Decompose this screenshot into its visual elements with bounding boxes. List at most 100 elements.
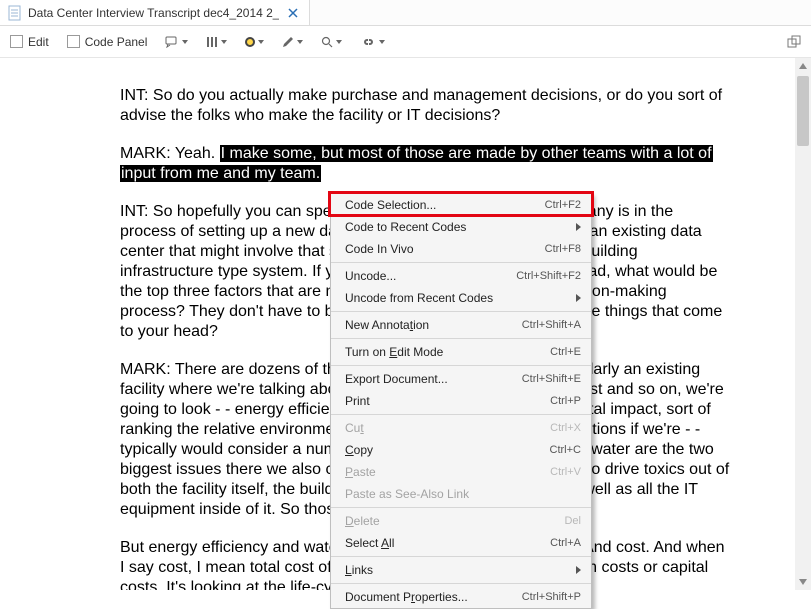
menu-uncode[interactable]: Uncode... Ctrl+Shift+F2 — [331, 265, 591, 287]
tab-title: Data Center Interview Transcript dec4_20… — [28, 6, 279, 20]
zoom-dropdown[interactable] — [321, 36, 342, 48]
menu-shortcut: Ctrl+Shift+E — [522, 373, 581, 385]
menu-separator — [331, 338, 591, 339]
menu-uncode-recent[interactable]: Uncode from Recent Codes — [331, 287, 591, 309]
stripes-dropdown[interactable] — [206, 36, 227, 48]
highlight-dropdown[interactable] — [245, 37, 264, 47]
checkbox-icon — [67, 35, 80, 48]
selected-text[interactable]: I make some, but most of those are made … — [220, 145, 713, 162]
menu-shortcut: Ctrl+E — [550, 346, 581, 358]
menu-edit-mode[interactable]: Turn on Edit Mode Ctrl+E — [331, 341, 591, 363]
menu-shortcut: Del — [564, 515, 581, 527]
coding-stripes-icon — [206, 36, 218, 48]
chevron-down-icon — [221, 40, 227, 44]
menu-code-in-vivo[interactable]: Code In Vivo Ctrl+F8 — [331, 238, 591, 260]
menu-shortcut: Ctrl+Shift+F2 — [516, 270, 581, 282]
undock-icon — [787, 35, 801, 49]
toolbar: Edit Code Panel — [0, 26, 811, 58]
menu-shortcut: Ctrl+Shift+A — [522, 319, 581, 331]
undock-button[interactable] — [787, 35, 801, 49]
menu-label: Code Selection... — [345, 198, 545, 212]
menu-delete: Delete Del — [331, 510, 591, 532]
document-tab[interactable]: Data Center Interview Transcript dec4_20… — [0, 0, 310, 25]
menu-copy[interactable]: Copy Ctrl+C — [331, 439, 591, 461]
menu-label: Print — [345, 394, 550, 408]
menu-new-annotation[interactable]: New Annotation Ctrl+Shift+A — [331, 314, 591, 336]
menu-code-selection[interactable]: Code Selection... Ctrl+F2 — [331, 194, 591, 216]
menu-label: Uncode... — [345, 269, 516, 283]
menu-label: Delete — [345, 514, 564, 528]
checkbox-icon — [10, 35, 23, 48]
menu-export-document[interactable]: Export Document... Ctrl+Shift+E — [331, 368, 591, 390]
pencil-icon — [282, 36, 294, 48]
chevron-down-icon — [258, 40, 264, 44]
menu-label: Document Properties... — [345, 590, 522, 604]
menu-label: Cut — [345, 421, 550, 435]
menu-separator — [331, 556, 591, 557]
document-icon — [8, 5, 22, 21]
submenu-arrow-icon — [576, 566, 581, 574]
vertical-scrollbar[interactable] — [795, 58, 811, 590]
menu-separator — [331, 311, 591, 312]
transcript-paragraph: MARK: Yeah. I make some, but most of tho… — [120, 144, 732, 184]
scroll-track[interactable] — [795, 74, 811, 574]
menu-shortcut: Ctrl+V — [550, 466, 581, 478]
scroll-up-button[interactable] — [795, 58, 811, 74]
scroll-thumb[interactable] — [797, 76, 809, 146]
menu-code-recent[interactable]: Code to Recent Codes — [331, 216, 591, 238]
edit-label: Edit — [28, 35, 49, 49]
color-circle-icon — [245, 37, 255, 47]
link-icon — [360, 37, 376, 47]
chevron-down-icon — [182, 40, 188, 44]
speaker-prefix: MARK: Yeah. — [120, 145, 220, 162]
menu-paste: Paste Ctrl+V — [331, 461, 591, 483]
pencil-dropdown[interactable] — [282, 36, 303, 48]
menu-label: Code In Vivo — [345, 242, 545, 256]
selected-text[interactable]: input from me and my team. — [120, 165, 321, 182]
scroll-down-button[interactable] — [795, 574, 811, 590]
menu-label: Code to Recent Codes — [345, 220, 570, 234]
menu-shortcut: Ctrl+A — [550, 537, 581, 549]
menu-shortcut: Ctrl+C — [550, 444, 581, 456]
menu-shortcut: Ctrl+F2 — [545, 199, 581, 211]
menu-separator — [331, 414, 591, 415]
edit-toggle[interactable]: Edit — [10, 35, 49, 49]
submenu-arrow-icon — [576, 294, 581, 302]
chevron-down-icon — [297, 40, 303, 44]
menu-links[interactable]: Links — [331, 559, 591, 581]
menu-document-properties[interactable]: Document Properties... Ctrl+Shift+P — [331, 586, 591, 608]
context-menu: Code Selection... Ctrl+F2 Code to Recent… — [330, 193, 592, 609]
menu-label: Copy — [345, 443, 550, 457]
menu-paste-see-also: Paste as See-Also Link — [331, 483, 591, 505]
close-tab-button[interactable] — [285, 5, 301, 21]
menu-separator — [331, 262, 591, 263]
menu-cut: Cut Ctrl+X — [331, 417, 591, 439]
annotation-dropdown[interactable] — [165, 36, 188, 48]
menu-separator — [331, 365, 591, 366]
code-panel-label: Code Panel — [85, 35, 148, 49]
transcript-paragraph: INT: So do you actually make purchase an… — [120, 86, 732, 126]
menu-shortcut: Ctrl+Shift+P — [522, 591, 581, 603]
menu-label: Paste as See-Also Link — [345, 487, 581, 501]
magnifier-icon — [321, 36, 333, 48]
menu-label: Paste — [345, 465, 550, 479]
menu-label: New Annotation — [345, 318, 522, 332]
menu-select-all[interactable]: Select All Ctrl+A — [331, 532, 591, 554]
menu-shortcut: Ctrl+X — [550, 422, 581, 434]
code-panel-toggle[interactable]: Code Panel — [67, 35, 148, 49]
menu-separator — [331, 507, 591, 508]
menu-shortcut: Ctrl+F8 — [545, 243, 581, 255]
annotation-icon — [165, 36, 179, 48]
menu-label: Links — [345, 563, 570, 577]
link-button[interactable] — [360, 37, 385, 47]
menu-print[interactable]: Print Ctrl+P — [331, 390, 591, 412]
menu-separator — [331, 583, 591, 584]
menu-label: Export Document... — [345, 372, 522, 386]
menu-label: Select All — [345, 536, 550, 550]
tab-strip: Data Center Interview Transcript dec4_20… — [0, 0, 811, 26]
menu-label: Turn on Edit Mode — [345, 345, 550, 359]
menu-shortcut: Ctrl+P — [550, 395, 581, 407]
chevron-down-icon — [379, 40, 385, 44]
chevron-down-icon — [336, 40, 342, 44]
menu-label: Uncode from Recent Codes — [345, 291, 570, 305]
